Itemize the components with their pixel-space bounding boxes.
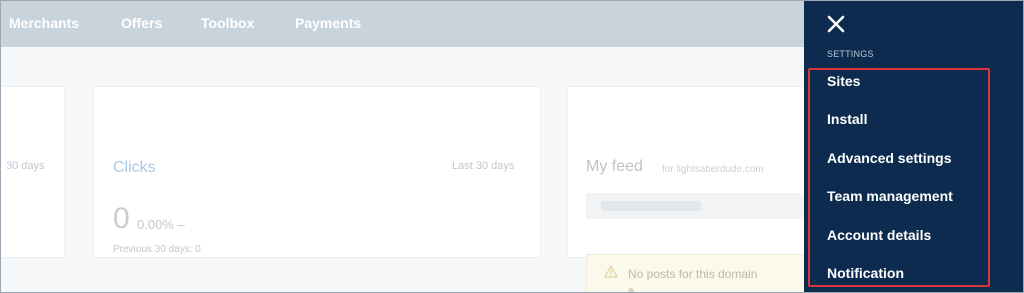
feed-filter-placeholder <box>601 201 701 211</box>
clicks-change: 0.00% – <box>137 217 185 232</box>
warning-icon <box>604 265 618 278</box>
settings-panel <box>804 1 1023 292</box>
nav-merchants[interactable]: Merchants <box>9 15 79 31</box>
settings-item-notification[interactable]: Notification <box>827 265 904 281</box>
stats-card-left <box>1 86 65 258</box>
settings-item-advanced-settings[interactable]: Advanced settings <box>827 150 951 166</box>
settings-heading: SETTINGS <box>827 49 874 59</box>
clicks-value: 0 <box>113 202 130 235</box>
settings-item-install[interactable]: Install <box>827 111 867 127</box>
top-navigation: Merchants Offers Toolbox Payments <box>1 1 804 47</box>
settings-item-sites[interactable]: Sites <box>827 73 860 89</box>
left-card-period: 30 days <box>6 160 45 172</box>
alert-bullet <box>628 288 634 292</box>
nav-payments[interactable]: Payments <box>295 15 361 31</box>
clicks-period: Last 30 days <box>452 160 515 172</box>
feed-domain: for lightsaberdude.com <box>662 164 764 175</box>
settings-item-account-details[interactable]: Account details <box>827 227 931 243</box>
nav-toolbox[interactable]: Toolbox <box>201 15 254 31</box>
close-icon[interactable] <box>827 15 845 33</box>
nav-offers[interactable]: Offers <box>121 15 162 31</box>
clicks-card <box>93 86 541 258</box>
feed-title: My feed <box>586 158 643 175</box>
app-window: Merchants Offers Toolbox Payments 30 day… <box>0 0 1024 293</box>
clicks-previous: Previous 30 days: 0 <box>113 244 201 255</box>
no-posts-alert-text: No posts for this domain <box>628 267 758 281</box>
settings-item-team-management[interactable]: Team management <box>827 188 953 204</box>
clicks-title: Clicks <box>113 159 156 176</box>
